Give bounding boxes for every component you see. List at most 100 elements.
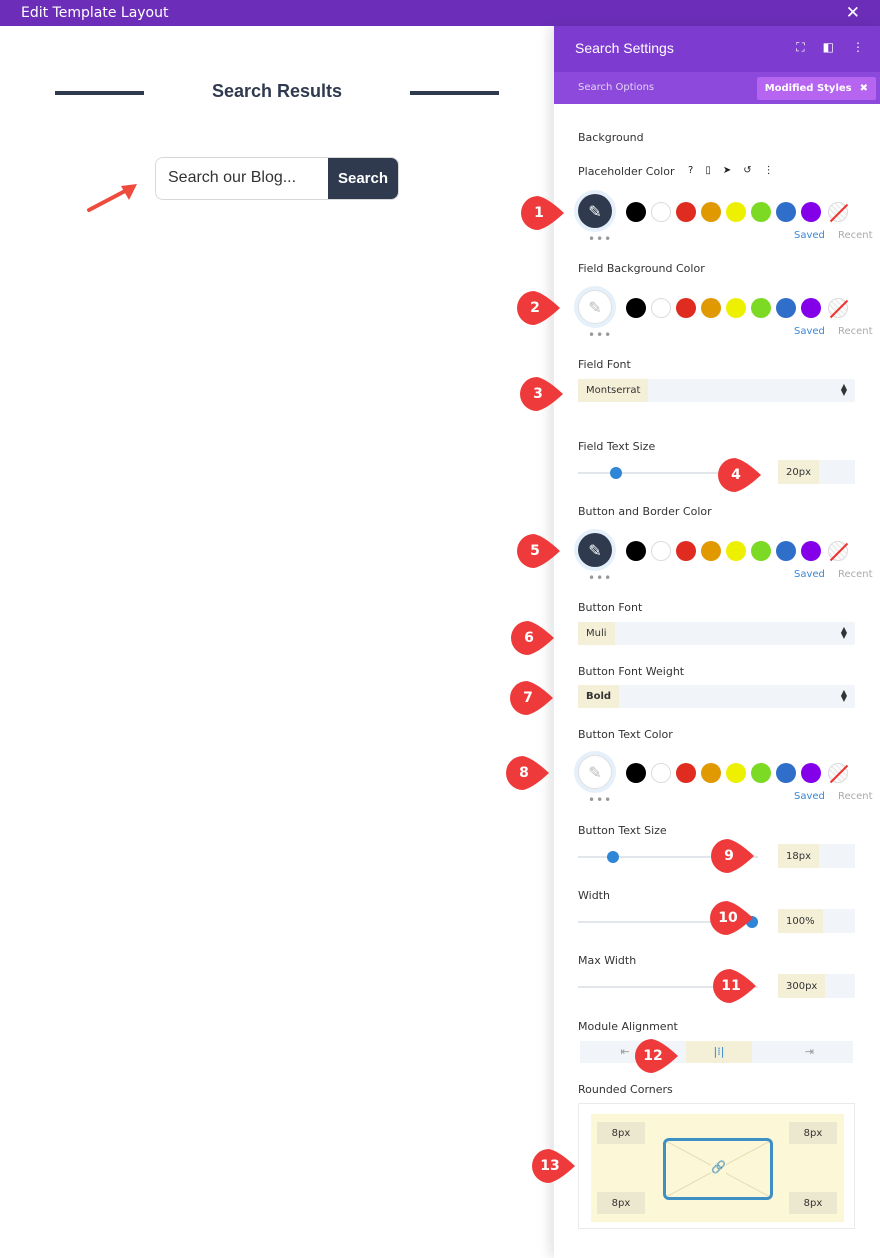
slider-handle[interactable] xyxy=(610,467,622,479)
swatch[interactable] xyxy=(676,763,696,783)
pointer-arrow-icon xyxy=(87,184,137,212)
swatch[interactable] xyxy=(626,541,646,561)
align-center-icon[interactable]: |⁞| xyxy=(686,1041,752,1063)
swatch[interactable] xyxy=(776,298,796,318)
swatch[interactable] xyxy=(701,541,721,561)
swatch[interactable] xyxy=(726,202,746,222)
swatch[interactable] xyxy=(676,298,696,318)
saved-colors-tab[interactable]: Saved xyxy=(794,230,825,241)
swatch[interactable] xyxy=(651,763,671,783)
button-text-size-input[interactable]: 18px xyxy=(778,844,855,868)
saved-colors-tab[interactable]: Saved xyxy=(794,569,825,580)
recent-colors-tab[interactable]: Recent xyxy=(838,569,873,580)
swatch[interactable] xyxy=(651,541,671,561)
callout-marker-5: 5 xyxy=(516,533,562,569)
more-colors-icon[interactable]: ••• xyxy=(588,232,612,246)
callout-number: 8 xyxy=(519,765,529,781)
more-colors-icon[interactable]: ••• xyxy=(588,571,612,585)
callout-number: 6 xyxy=(524,630,534,646)
corner-top-left-input[interactable]: 8px xyxy=(597,1122,645,1144)
eyedropper-icon[interactable]: ✎ xyxy=(578,755,612,789)
max-width-input[interactable]: 300px xyxy=(778,974,855,998)
help-icon[interactable]: ? xyxy=(688,165,693,176)
swatch[interactable] xyxy=(801,298,821,318)
callout-number: 9 xyxy=(724,848,734,864)
more-colors-icon[interactable]: ••• xyxy=(588,328,612,342)
settings-panel: Search Settings ⛶ ◧ ⋮ Search Options Mod… xyxy=(554,26,880,1258)
corner-bottom-left-input[interactable]: 8px xyxy=(597,1192,645,1214)
swatch[interactable] xyxy=(726,298,746,318)
expand-icon[interactable]: ⛶ xyxy=(796,40,804,55)
recent-colors-tab[interactable]: Recent xyxy=(838,326,873,337)
window-title-bar: Edit Template Layout ✕ xyxy=(0,0,880,26)
callout-number: 12 xyxy=(643,1048,663,1064)
corner-top-right-input[interactable]: 8px xyxy=(789,1122,837,1144)
swatch[interactable] xyxy=(801,541,821,561)
swatch[interactable] xyxy=(626,202,646,222)
more-icon[interactable]: ⋮ xyxy=(764,165,774,176)
swatch[interactable] xyxy=(701,763,721,783)
corner-bottom-right-input[interactable]: 8px xyxy=(789,1192,837,1214)
callout-marker-4: 4 xyxy=(717,457,763,493)
reset-icon[interactable]: ↺ xyxy=(743,165,751,176)
search-button[interactable]: Search xyxy=(328,158,398,199)
no-color-swatch[interactable] xyxy=(828,202,848,222)
swatch[interactable] xyxy=(751,298,771,318)
saved-colors-tab[interactable]: Saved xyxy=(794,791,825,802)
swatch[interactable] xyxy=(751,763,771,783)
swatch[interactable] xyxy=(676,541,696,561)
recent-colors-tab[interactable]: Recent xyxy=(838,230,873,241)
callout-number: 4 xyxy=(731,467,741,483)
width-input[interactable]: 100% xyxy=(778,909,855,933)
rounded-corners-control: 8px 8px 8px 8px 🔗 xyxy=(578,1103,855,1229)
close-icon[interactable]: ✕ xyxy=(846,3,860,23)
eyedropper-icon[interactable]: ✎ xyxy=(578,533,612,567)
more-options-icon[interactable]: ⋮ xyxy=(852,40,864,55)
swatch[interactable] xyxy=(651,298,671,318)
swatch[interactable] xyxy=(776,541,796,561)
swatch[interactable] xyxy=(651,202,671,222)
callout-marker-2: 2 xyxy=(516,290,562,326)
hover-cursor-icon[interactable]: ➤ xyxy=(723,165,731,176)
swatch[interactable] xyxy=(801,763,821,783)
saved-colors-tab[interactable]: Saved xyxy=(794,326,825,337)
eyedropper-icon[interactable]: ✎ xyxy=(578,194,612,228)
swatch[interactable] xyxy=(776,202,796,222)
button-font-weight-select[interactable]: Bold ▲ ▼ xyxy=(578,685,855,708)
split-view-icon[interactable]: ◧ xyxy=(823,40,834,55)
swatch[interactable] xyxy=(626,763,646,783)
field-text-size-input[interactable]: 20px xyxy=(778,460,855,484)
tab-search-options[interactable]: Search Options xyxy=(578,82,654,93)
no-color-swatch[interactable] xyxy=(828,541,848,561)
button-font-select[interactable]: Muli ▲ ▼ xyxy=(578,622,855,645)
divider-right xyxy=(410,91,499,95)
swatch[interactable] xyxy=(676,202,696,222)
recent-colors-tab[interactable]: Recent xyxy=(838,791,873,802)
swatch[interactable] xyxy=(726,763,746,783)
swatch[interactable] xyxy=(751,202,771,222)
swatch[interactable] xyxy=(626,298,646,318)
callout-number: 7 xyxy=(523,690,533,706)
slider-handle[interactable] xyxy=(607,851,619,863)
callout-marker-8: 8 xyxy=(505,755,551,791)
tab-modified-styles[interactable]: Modified Styles ✖ xyxy=(756,77,876,100)
swatch[interactable] xyxy=(701,298,721,318)
callout-marker-1: 1 xyxy=(520,195,566,231)
link-icon[interactable]: 🔗 xyxy=(711,1160,726,1174)
swatch[interactable] xyxy=(701,202,721,222)
swatch[interactable] xyxy=(801,202,821,222)
eyedropper-icon[interactable]: ✎ xyxy=(578,290,612,324)
field-font-select[interactable]: Montserrat ▲ ▼ xyxy=(578,379,855,402)
align-right-icon[interactable]: ⇥ xyxy=(766,1041,853,1063)
swatch[interactable] xyxy=(776,763,796,783)
clear-filter-icon[interactable]: ✖ xyxy=(860,83,868,94)
swatch[interactable] xyxy=(726,541,746,561)
more-colors-icon[interactable]: ••• xyxy=(588,793,612,807)
mobile-icon[interactable]: ▯ xyxy=(705,165,711,176)
swatch[interactable] xyxy=(751,541,771,561)
panel-header: Search Settings ⛶ ◧ ⋮ xyxy=(554,26,880,72)
no-color-swatch[interactable] xyxy=(828,763,848,783)
callout-marker-13: 13 xyxy=(531,1148,577,1184)
search-input[interactable]: Search our Blog... xyxy=(156,158,328,199)
no-color-swatch[interactable] xyxy=(828,298,848,318)
